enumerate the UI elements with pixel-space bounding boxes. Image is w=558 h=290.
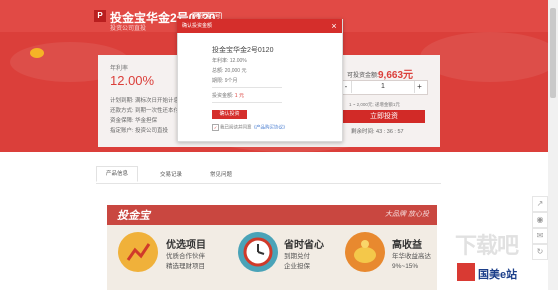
dialog-row: 期限: 9个月 xyxy=(212,78,238,84)
tab-faq[interactable]: 常见问题 xyxy=(210,170,232,178)
feature-line: 企业担保 xyxy=(284,263,310,270)
invest-now-button[interactable]: 立即投资 xyxy=(343,110,425,123)
dialog-row: 总额: 20,000 元 xyxy=(212,68,247,74)
feature-line: 到期兑付 xyxy=(284,253,310,260)
tab-bar xyxy=(96,167,441,184)
page-subtitle: 投资公司直投 xyxy=(110,26,147,32)
scrollbar-thumb[interactable] xyxy=(550,8,556,98)
agreement-link[interactable]: 《产品购买协议》 xyxy=(252,125,288,130)
product-row: 还款方式: 到期一次性还本付息 xyxy=(110,108,185,114)
feature-title: 优选项目 xyxy=(166,240,206,251)
watermark-brand: 国美e站 xyxy=(478,269,518,281)
banner-slogan: 大品牌 放心投 xyxy=(385,211,429,218)
divider xyxy=(212,102,282,103)
dialog-invest-amount: 投资金额: 1 元 xyxy=(212,92,244,99)
dialog-title: 确认投资金额 xyxy=(182,23,213,29)
dialog-row: 年利率: 12.00% xyxy=(212,58,247,64)
share-icon[interactable]: ↗ xyxy=(532,196,548,212)
countdown: 剩余时间: 43 : 36 : 57 xyxy=(351,129,404,135)
confirm-invest-button[interactable]: 确认投资 xyxy=(212,110,247,119)
divider xyxy=(212,87,282,88)
close-icon[interactable]: × xyxy=(329,19,339,33)
stepper-input[interactable]: 1 xyxy=(351,81,415,93)
tab-transactions[interactable]: 交易记录 xyxy=(160,170,182,178)
agreement-line: ✓ 我已阅读并同意《产品购买协议》 xyxy=(212,124,288,131)
invest-label: 投资金额: xyxy=(212,93,234,99)
invest-value: 1 元 xyxy=(234,93,244,99)
rate-value: 12.00% xyxy=(110,73,155,88)
feature-line: 年华收益高达 xyxy=(392,253,431,260)
product-row: 资金保障: 华金担保 xyxy=(110,118,158,124)
invest-hint: 1 ~ 2,000元; 递增金额1元 xyxy=(349,102,400,107)
clock-icon xyxy=(238,232,278,272)
eye-icon[interactable]: ◉ xyxy=(532,212,548,228)
rate-label: 年利率 xyxy=(110,66,129,72)
brand-logo: P xyxy=(94,10,106,22)
refresh-icon[interactable]: ↻ xyxy=(532,244,548,260)
dialog-product-name: 投金宝华金2号0120 xyxy=(212,47,274,54)
chat-icon[interactable]: ✉ xyxy=(532,228,548,244)
feature-line: 精选理财项目 xyxy=(166,263,205,270)
chart-icon xyxy=(118,232,158,272)
coins-icon xyxy=(30,48,44,58)
agree-text: 我已阅读并同意 xyxy=(220,124,252,130)
available-amount-label: 可投资金额: xyxy=(347,73,379,79)
feature-title: 省时省心 xyxy=(284,240,324,251)
house-icon xyxy=(457,263,475,281)
agree-checkbox[interactable]: ✓ xyxy=(212,124,219,131)
available-amount: 9,663元 xyxy=(378,70,414,81)
feature-line: 9%~15% xyxy=(392,263,419,270)
banner-title: 投金宝 xyxy=(117,210,150,222)
stepper-plus-button[interactable]: + xyxy=(413,81,426,93)
feature-line: 优质合作伙伴 xyxy=(166,253,205,260)
tab-product-info[interactable]: 产品信息 xyxy=(96,166,138,182)
feature-title: 高收益 xyxy=(392,240,422,251)
product-row: 指定账户: 投资公司直投 xyxy=(110,128,169,134)
piggy-bank-icon xyxy=(345,232,385,272)
product-row: 计划到期: 满标次日开始计息 xyxy=(110,98,180,104)
watermark-text: 下载吧 xyxy=(455,233,519,258)
